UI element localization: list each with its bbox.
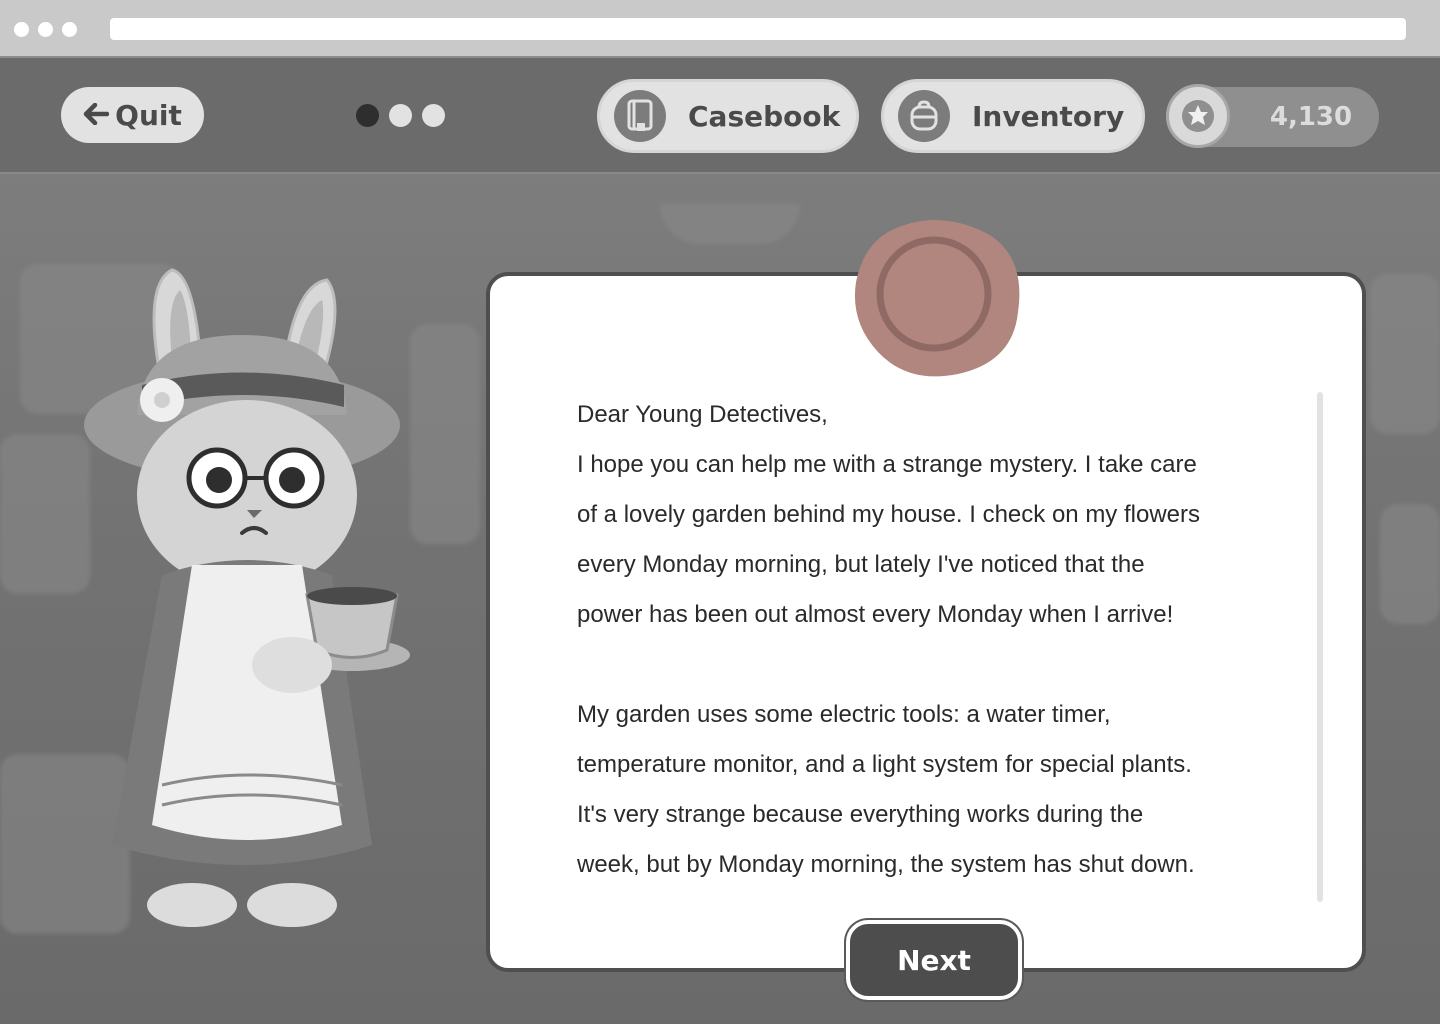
inventory-label: Inventory bbox=[972, 99, 1125, 133]
browser-chrome bbox=[0, 0, 1440, 58]
casebook-label: Casebook bbox=[688, 99, 841, 133]
inventory-button[interactable]: Inventory bbox=[881, 79, 1145, 153]
background-lamp bbox=[660, 204, 800, 244]
letter-blank-line bbox=[577, 640, 1297, 690]
quit-button[interactable]: Quit bbox=[61, 87, 204, 143]
rabbit-character bbox=[84, 268, 410, 927]
background-shelf bbox=[1370, 274, 1440, 434]
window-dot-icon bbox=[38, 22, 53, 37]
letter-line: My garden uses some electric tools: a wa… bbox=[577, 701, 1111, 728]
backpack-icon bbox=[898, 90, 950, 142]
next-button[interactable]: Next bbox=[846, 920, 1022, 1000]
window-dot-icon bbox=[62, 22, 77, 37]
letter-line: week, but by Monday morning, the system … bbox=[577, 851, 1195, 878]
letter-line: It's very strange because everything wor… bbox=[577, 801, 1144, 828]
background-shelf bbox=[1380, 504, 1440, 624]
background-shelf bbox=[0, 434, 90, 594]
letter-scrollbar[interactable] bbox=[1317, 392, 1323, 902]
quit-label: Quit bbox=[115, 98, 182, 132]
page-indicator bbox=[356, 104, 445, 127]
wax-seal-icon bbox=[854, 219, 1020, 377]
letter-line: of a lovely garden behind my house. I ch… bbox=[577, 501, 1200, 528]
coin-counter: 4,130 bbox=[1166, 84, 1379, 148]
address-bar[interactable] bbox=[110, 18, 1406, 40]
top-hud: Quit Casebook Inventory 4,130 bbox=[0, 58, 1440, 174]
page-dot[interactable] bbox=[422, 104, 445, 127]
letter-line: power has been out almost every Monday w… bbox=[577, 601, 1174, 628]
page-dot[interactable] bbox=[389, 104, 412, 127]
star-flower-icon bbox=[1166, 84, 1230, 148]
window-dot-icon bbox=[14, 22, 29, 37]
arrow-left-icon bbox=[83, 99, 110, 132]
letter-line: I hope you can help me with a strange my… bbox=[577, 451, 1197, 478]
casebook-button[interactable]: Casebook bbox=[597, 79, 859, 153]
letter-line: every Monday morning, but lately I've no… bbox=[577, 551, 1145, 578]
coin-value: 4,130 bbox=[1269, 102, 1353, 132]
letter-body: Dear Young Detectives, I hope you can he… bbox=[577, 390, 1297, 890]
page-dot[interactable] bbox=[356, 104, 379, 127]
book-icon bbox=[614, 90, 666, 142]
letter-line: Dear Young Detectives, bbox=[577, 401, 828, 428]
letter-line: temperature monitor, and a light system … bbox=[577, 751, 1192, 778]
